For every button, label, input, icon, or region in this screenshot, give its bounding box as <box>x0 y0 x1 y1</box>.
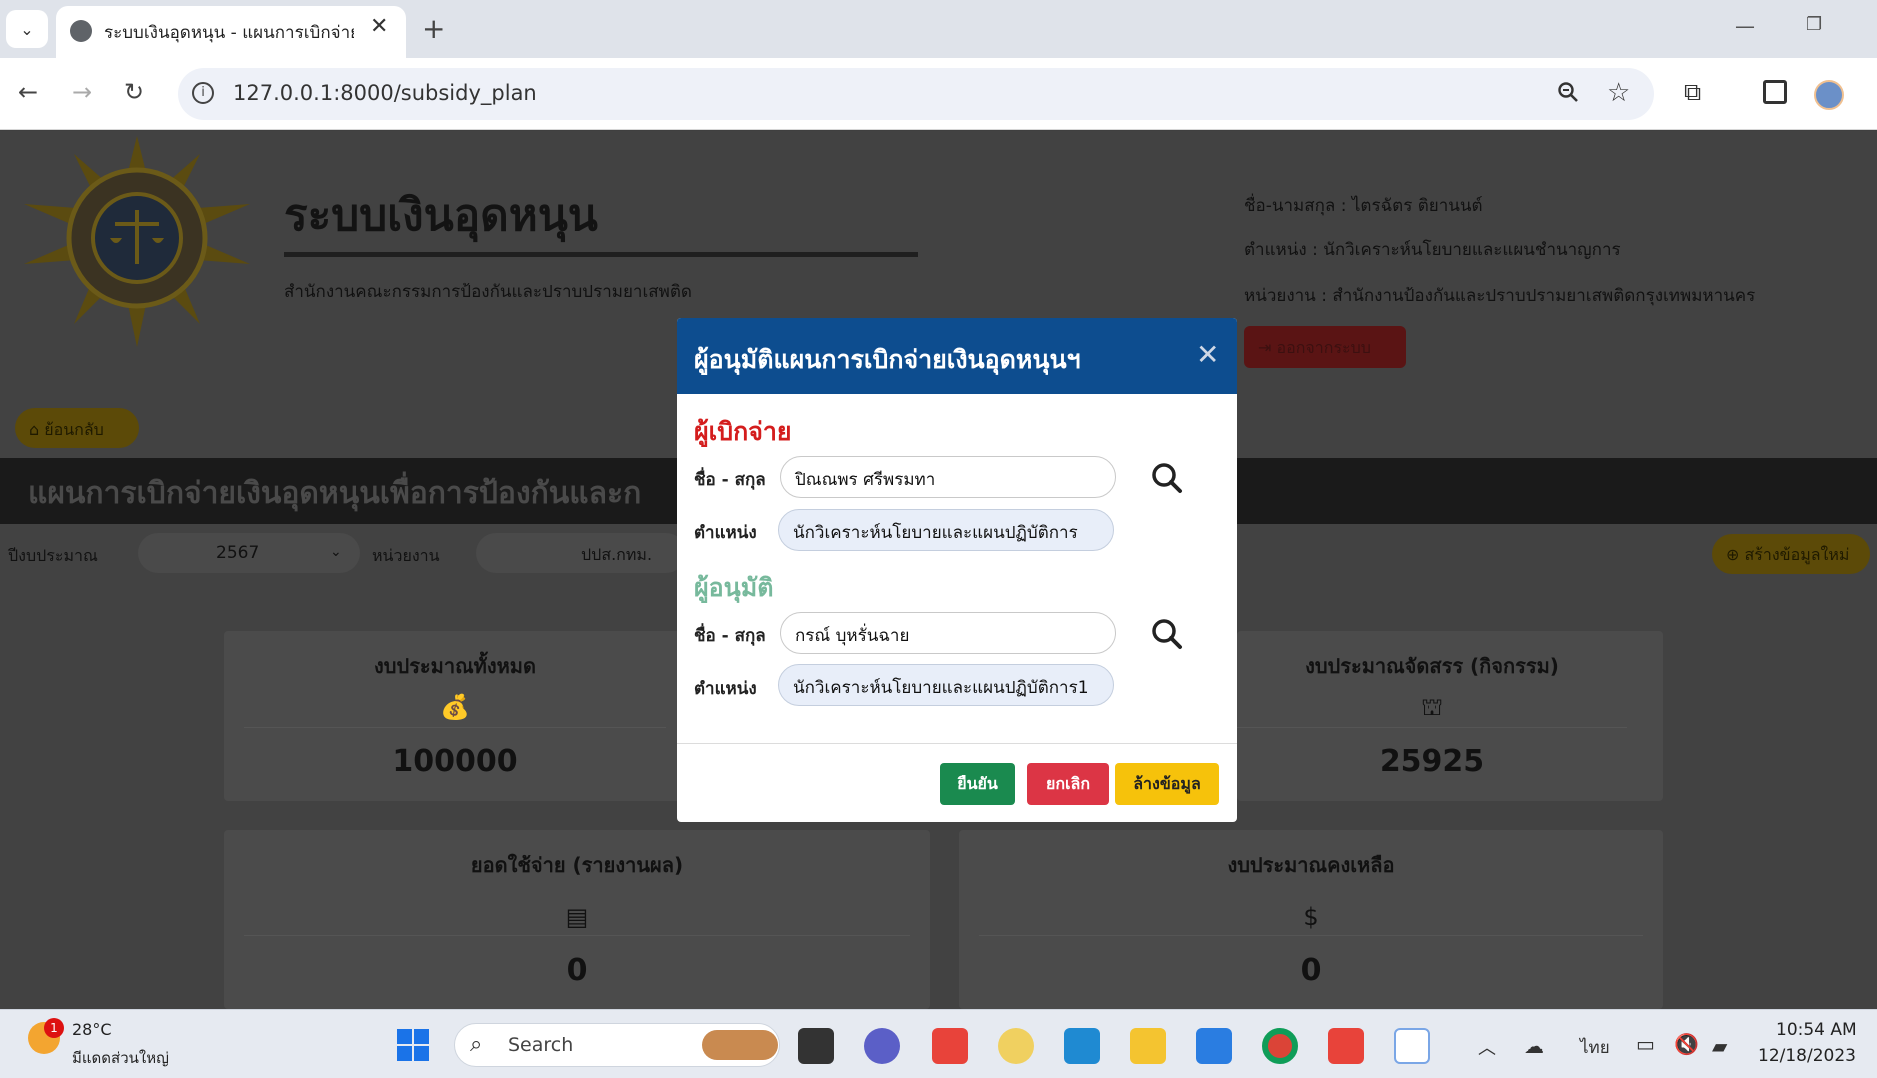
clock-time[interactable]: 10:54 AM <box>1776 1020 1857 1040</box>
agency-logo <box>20 134 255 349</box>
onedrive-cloud-icon[interactable]: ☁ <box>1524 1034 1544 1058</box>
snipping-tool-icon[interactable] <box>1394 1028 1430 1064</box>
card-divider <box>979 935 1643 936</box>
search-icon: ⌕ <box>470 1032 483 1057</box>
payer-name-label: ชื่อ - สกุล <box>694 470 766 490</box>
money-bag-icon: 💰 <box>440 693 470 721</box>
notepad-icon[interactable] <box>1196 1028 1232 1064</box>
battery-icon[interactable]: ▰ <box>1712 1034 1727 1058</box>
task-view-icon[interactable] <box>798 1028 834 1064</box>
approver-search-icon[interactable] <box>1147 614 1187 654</box>
create-new-button[interactable]: ⊕ สร้างข้อมูลใหม่ <box>1712 534 1870 574</box>
sign-out-icon: ⇥ <box>1258 338 1272 357</box>
create-new-label: สร้างข้อมูลใหม่ <box>1744 545 1850 564</box>
remaining-title: งบประมาณคงเหลือ <box>1227 853 1395 877</box>
zoom-icon[interactable] <box>1556 80 1580 110</box>
allocated-budget-value: 25925 <box>1379 744 1485 779</box>
search-highlight-image <box>702 1030 778 1060</box>
allocated-budget-title: งบประมาณจัดสรร (กิจกรรม) <box>1305 654 1559 678</box>
hands-people-icon: ⛫ <box>1420 693 1444 721</box>
total-budget-value: 100000 <box>392 744 518 779</box>
language-indicator[interactable]: ไทย <box>1580 1034 1610 1061</box>
bookmark-star-icon[interactable]: ☆ <box>1607 78 1630 108</box>
app-title: ระบบเงินอุดหนุน <box>284 190 598 241</box>
remaining-value: 0 <box>1300 953 1322 988</box>
payer-position-field: นักวิเคราะห์นโยบายและแผนปฏิบัติการ <box>778 509 1114 551</box>
unit-select[interactable]: ปปส.กทม. <box>476 533 686 573</box>
cancel-button[interactable]: ยกเลิก <box>1027 763 1109 805</box>
file-explorer-icon[interactable] <box>1130 1028 1166 1064</box>
user-unit: หน่วยงาน : สำนักงานป้องกันและปราบปรามยาเ… <box>1244 286 1756 306</box>
close-icon[interactable]: ✕ <box>1196 338 1219 371</box>
clear-button[interactable]: ล้างข้อมูล <box>1115 763 1219 805</box>
site-info-icon[interactable]: i <box>192 82 214 104</box>
restore-icon[interactable]: ❐ <box>1806 14 1822 35</box>
agency-name: สำนักงานคณะกรรมการป้องกันและปราบปรามยาเส… <box>284 282 692 302</box>
approver-modal: ผู้อนุมัติแผนการเบิกจ่ายเงินอุดหนุนฯ ✕ ผ… <box>677 318 1237 822</box>
approver-position-label: ตำแหน่ง <box>694 679 757 699</box>
year-label: ปีงบประมาณ <box>8 546 98 565</box>
logout-label: ออกจากระบบ <box>1276 338 1371 357</box>
chrome-icon[interactable] <box>1262 1028 1298 1064</box>
modal-title: ผู้อนุมัติแผนการเบิกจ่ายเงินอุดหนุนฯ <box>694 345 1081 374</box>
payer-position-label: ตำแหน่ง <box>694 523 757 543</box>
title-divider <box>284 252 918 257</box>
anydesk-icon[interactable] <box>932 1028 968 1064</box>
reload-icon[interactable]: ↻ <box>124 78 144 106</box>
weather-description[interactable]: มีแดดส่วนใหญ่ <box>72 1046 169 1070</box>
back-label: ย้อนกลับ <box>44 420 104 439</box>
card-divider <box>1237 727 1627 728</box>
modal-footer-divider <box>677 743 1237 744</box>
user-position: ตำแหน่ง : นักวิเคราะห์นโยบายและแผนชำนาญก… <box>1244 240 1621 260</box>
teams-chat-icon[interactable] <box>864 1028 900 1064</box>
approver-name-input[interactable]: กรณ์ บุหรั่นฉาย <box>780 612 1116 654</box>
back-arrow-icon[interactable]: ← <box>18 78 38 106</box>
volume-muted-icon[interactable]: 🔇 <box>1674 1032 1699 1056</box>
payer-name-input[interactable]: ปิณณพร ศรีพรมทา <box>780 456 1116 498</box>
side-panel-icon[interactable] <box>1763 80 1787 104</box>
profile-avatar[interactable] <box>1814 80 1844 110</box>
expense-value: 0 <box>566 953 588 988</box>
logout-button[interactable]: ⇥ ออกจากระบบ <box>1244 326 1406 368</box>
weather-temperature[interactable]: 28°C <box>72 1020 112 1039</box>
home-icon: ⌂ <box>29 420 40 439</box>
clock-date[interactable]: 12/18/2023 <box>1758 1046 1856 1066</box>
new-tab-icon[interactable]: + <box>422 12 445 45</box>
globe-icon <box>70 20 92 42</box>
url-text[interactable]: 127.0.0.1:8000/subsidy_plan <box>233 81 537 105</box>
hand-dollar-icon: $ <box>1303 903 1319 931</box>
anydesk-icon-2[interactable] <box>1328 1028 1364 1064</box>
year-select[interactable]: 2567 <box>138 533 360 573</box>
banner-title: แผนการเบิกจ่ายเงินอุดหนุนเพื่อการป้องกัน… <box>28 476 642 511</box>
card-divider <box>244 727 666 728</box>
total-budget-title: งบประมาณทั้งหมด <box>374 654 536 678</box>
user-name: ชื่อ-นามสกุล : ไตรฉัตร ติยานนต์ <box>1244 196 1483 216</box>
unit-label: หน่วยงาน <box>372 546 440 565</box>
windows-start-icon[interactable] <box>396 1028 430 1062</box>
tab-close-icon[interactable]: ✕ <box>370 14 388 39</box>
money-bill-icon: ▤ <box>565 903 589 931</box>
forward-arrow-icon[interactable]: → <box>72 78 92 106</box>
chevron-up-icon[interactable]: ︿ <box>1478 1034 1496 1060</box>
plus-circle-icon: ⊕ <box>1726 545 1740 564</box>
minimize-icon[interactable]: — <box>1735 14 1755 38</box>
approver-name-label: ชื่อ - สกุล <box>694 626 766 646</box>
approver-position-field: นักวิเคราะห์นโยบายและแผนปฏิบัติการ1 <box>778 664 1114 706</box>
vscode-icon[interactable] <box>1064 1028 1100 1064</box>
network-icon[interactable]: ▭ <box>1636 1032 1655 1056</box>
card-divider <box>244 935 910 936</box>
approver-heading: ผู้อนุมัติ <box>694 573 774 602</box>
notification-badge: 1 <box>44 1018 64 1038</box>
payer-search-icon[interactable] <box>1147 458 1187 498</box>
extensions-icon[interactable]: ⧉ <box>1684 78 1701 106</box>
chevron-down-icon: ⌄ <box>330 544 342 560</box>
expense-title: ยอดใช้จ่าย (รายงานผล) <box>470 853 684 877</box>
app-paw-icon[interactable] <box>998 1028 1034 1064</box>
tab-search-dropdown-icon[interactable]: ⌄ <box>6 10 48 48</box>
confirm-button[interactable]: ยืนยัน <box>940 763 1015 805</box>
taskbar-search-placeholder: Search <box>508 1034 574 1056</box>
tab-title: ระบบเงินอุดหนุน - แผนการเบิกจ่ายเงิ <box>104 23 354 43</box>
back-button[interactable]: ⌂ ย้อนกลับ <box>15 408 139 448</box>
payer-heading: ผู้เบิกจ่าย <box>694 417 792 446</box>
